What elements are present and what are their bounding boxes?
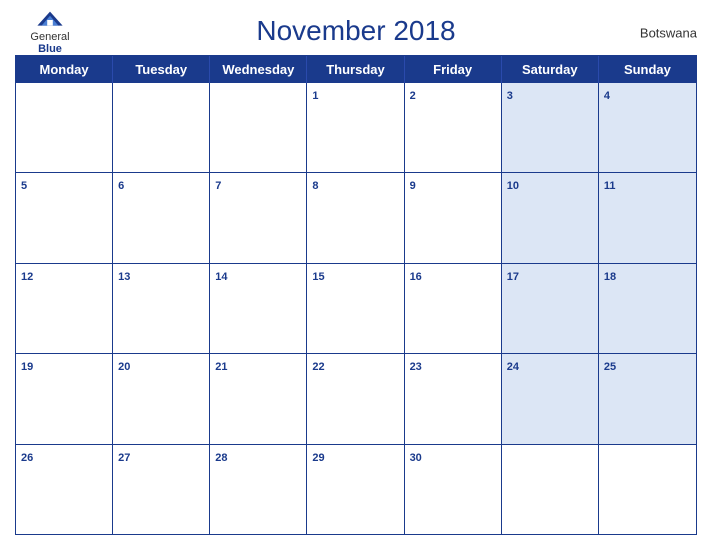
day-cell: 21 [210, 354, 307, 443]
day-number: 22 [312, 361, 324, 373]
day-cell: 11 [599, 173, 696, 262]
day-cell: 29 [307, 445, 404, 534]
day-number: 1 [312, 90, 318, 102]
day-cell: 10 [502, 173, 599, 262]
day-number: 5 [21, 180, 27, 192]
day-cell: 19 [16, 354, 113, 443]
day-cell [210, 83, 307, 172]
day-header-friday: Friday [405, 56, 502, 83]
day-cell: 7 [210, 173, 307, 262]
week-row-2: 5 6 7 8 9 10 11 [16, 172, 696, 262]
day-number: 27 [118, 452, 130, 464]
day-cell: 9 [405, 173, 502, 262]
day-number: 21 [215, 361, 227, 373]
day-number: 15 [312, 271, 324, 283]
day-cell: 6 [113, 173, 210, 262]
week-row-5: 26 27 28 29 30 [16, 444, 696, 534]
day-number: 29 [312, 452, 324, 464]
day-cell: 22 [307, 354, 404, 443]
day-header-tuesday: Tuesday [113, 56, 210, 83]
day-number: 6 [118, 180, 124, 192]
day-cell [16, 83, 113, 172]
day-number: 24 [507, 361, 519, 373]
logo-area: General Blue [15, 10, 85, 55]
day-number: 13 [118, 271, 130, 283]
calendar-title: November 2018 [256, 15, 455, 47]
day-cell: 3 [502, 83, 599, 172]
day-number: 20 [118, 361, 130, 373]
day-header-saturday: Saturday [502, 56, 599, 83]
day-cell: 4 [599, 83, 696, 172]
day-number: 7 [215, 180, 221, 192]
day-cell: 5 [16, 173, 113, 262]
day-number: 9 [410, 180, 416, 192]
day-headers-row: MondayTuesdayWednesdayThursdayFridaySatu… [16, 56, 696, 83]
day-cell: 23 [405, 354, 502, 443]
day-cell: 15 [307, 264, 404, 353]
day-cell [502, 445, 599, 534]
day-cell: 30 [405, 445, 502, 534]
day-cell: 8 [307, 173, 404, 262]
day-cell: 28 [210, 445, 307, 534]
week-row-1: 1 2 3 4 [16, 83, 696, 172]
calendar-header: General Blue November 2018 Botswana [15, 10, 697, 55]
day-number: 30 [410, 452, 422, 464]
day-number: 25 [604, 361, 616, 373]
week-row-4: 19 20 21 22 23 24 25 [16, 353, 696, 443]
logo-blue-text: Blue [38, 43, 62, 55]
day-number: 10 [507, 180, 519, 192]
day-number: 4 [604, 90, 610, 102]
day-cell: 12 [16, 264, 113, 353]
day-cell: 14 [210, 264, 307, 353]
country-label: Botswana [640, 25, 697, 40]
day-number: 28 [215, 452, 227, 464]
weeks-container: 1234567891011121314151617181920212223242… [16, 83, 696, 534]
day-number: 11 [604, 180, 616, 192]
week-row-3: 12 13 14 15 16 17 18 [16, 263, 696, 353]
day-number: 12 [21, 271, 33, 283]
day-number: 3 [507, 90, 513, 102]
day-number: 14 [215, 271, 227, 283]
day-header-monday: Monday [16, 56, 113, 83]
day-cell: 2 [405, 83, 502, 172]
calendar-grid: MondayTuesdayWednesdayThursdayFridaySatu… [15, 55, 697, 535]
day-cell: 25 [599, 354, 696, 443]
day-cell: 24 [502, 354, 599, 443]
day-number: 8 [312, 180, 318, 192]
day-cell: 13 [113, 264, 210, 353]
day-cell: 26 [16, 445, 113, 534]
day-cell: 1 [307, 83, 404, 172]
day-number: 26 [21, 452, 33, 464]
logo-icon [36, 10, 64, 30]
day-header-wednesday: Wednesday [210, 56, 307, 83]
day-cell: 18 [599, 264, 696, 353]
day-cell [599, 445, 696, 534]
day-header-thursday: Thursday [307, 56, 404, 83]
day-cell: 16 [405, 264, 502, 353]
day-cell: 17 [502, 264, 599, 353]
day-header-sunday: Sunday [599, 56, 696, 83]
day-number: 19 [21, 361, 33, 373]
calendar-container: General Blue November 2018 Botswana Mond… [0, 0, 712, 550]
day-cell: 20 [113, 354, 210, 443]
day-number: 2 [410, 90, 416, 102]
day-number: 17 [507, 271, 519, 283]
day-number: 23 [410, 361, 422, 373]
day-number: 18 [604, 271, 616, 283]
day-cell [113, 83, 210, 172]
day-number: 16 [410, 271, 422, 283]
day-cell: 27 [113, 445, 210, 534]
logo-general-text: General [30, 31, 69, 43]
